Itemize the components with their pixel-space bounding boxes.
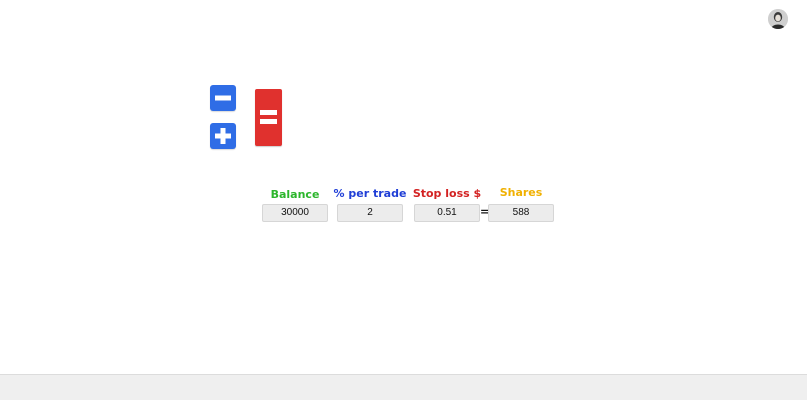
plus-icon xyxy=(215,128,231,144)
increment-button[interactable] xyxy=(210,123,236,149)
user-avatar-icon[interactable] xyxy=(768,9,788,29)
percent-per-trade-input[interactable] xyxy=(337,204,403,222)
minus-icon xyxy=(215,95,231,101)
percent-per-trade-label: % per trade xyxy=(333,187,407,200)
equals-icon xyxy=(260,110,277,124)
shares-label: Shares xyxy=(499,186,543,199)
shares-output[interactable] xyxy=(488,204,554,222)
bottom-bar xyxy=(0,374,807,400)
stop-loss-label: Stop loss $ xyxy=(412,187,482,200)
balance-label: Balance xyxy=(270,188,320,201)
decrement-button[interactable] xyxy=(210,85,236,111)
calculate-button[interactable] xyxy=(255,89,282,146)
page: Balance % per trade Stop loss $ = Shares xyxy=(0,0,807,400)
stop-loss-input[interactable] xyxy=(414,204,480,222)
balance-input[interactable] xyxy=(262,204,328,222)
